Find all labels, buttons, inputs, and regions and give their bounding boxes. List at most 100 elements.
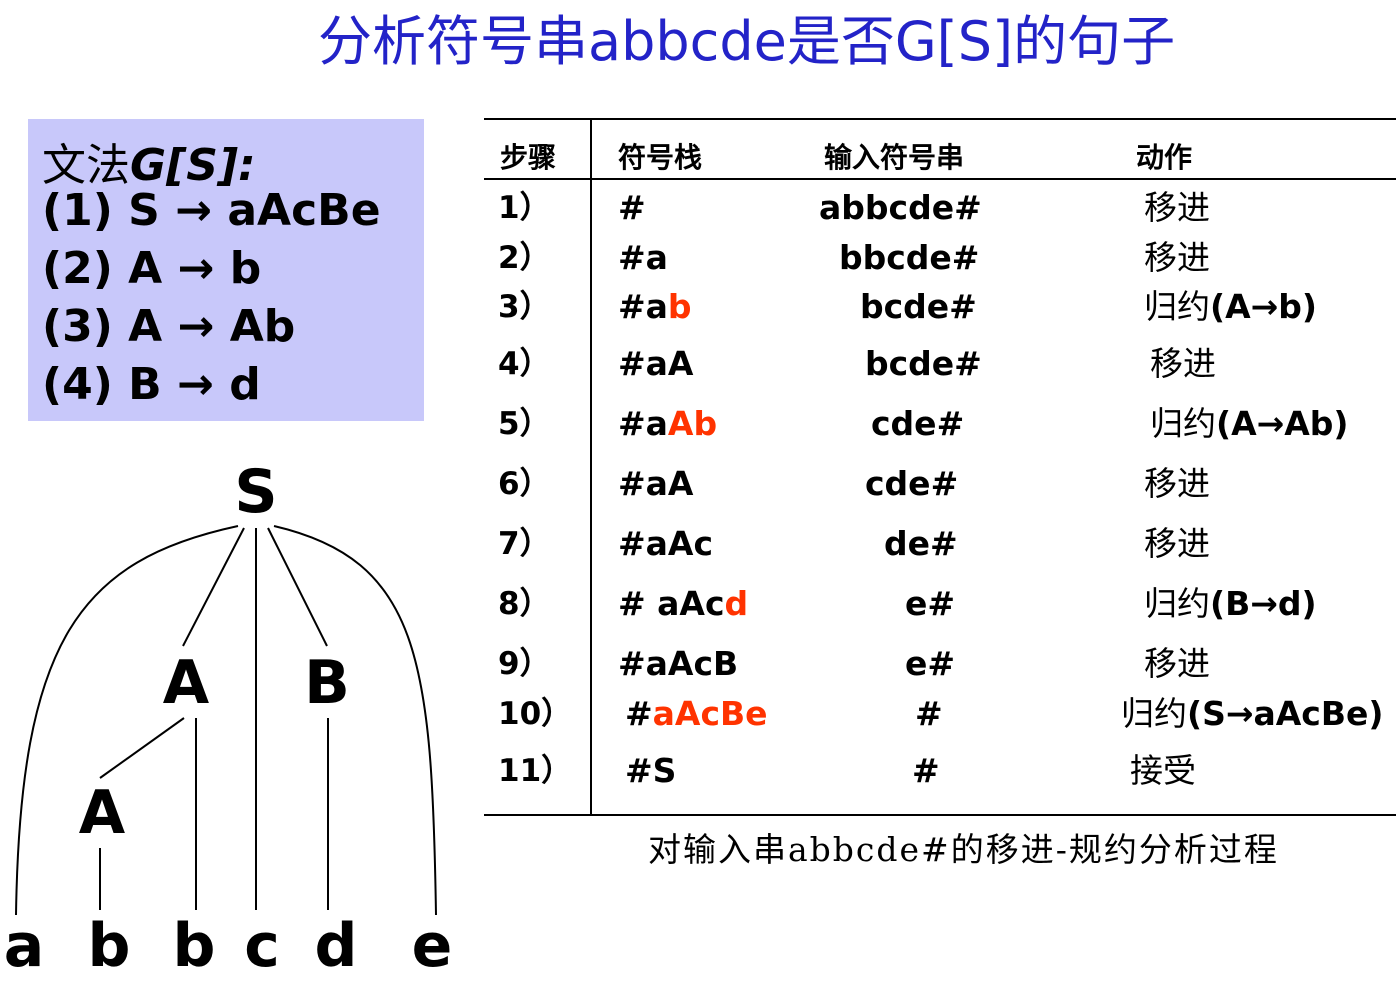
grammar-rule: (1) S → aAcBe	[42, 185, 381, 236]
action-text: 接受	[1130, 751, 1196, 790]
stack-text: #aAcB	[618, 644, 739, 683]
action-text: 移进	[1144, 238, 1210, 277]
action-cell: 归约(A→b)	[1144, 282, 1317, 332]
table-row: 8） # aAcd e# 归约(B→d)	[484, 579, 1396, 629]
action-text: 归约	[1121, 694, 1187, 733]
header-stack: 符号栈	[618, 141, 703, 174]
table-row: 2） #a bbcde# 移进	[484, 233, 1396, 283]
parse-table: 步骤 符号栈 输入符号串 动作 1） # abbcde# 移进 2） #a bb…	[484, 118, 1396, 818]
action-cell: 接受	[1130, 746, 1196, 796]
stack-highlight: Ab	[667, 404, 718, 443]
stack-text: #a	[618, 287, 668, 326]
action-text: 归约	[1144, 287, 1210, 326]
stack-highlight: b	[667, 287, 692, 326]
input-cell: bcde#	[860, 287, 977, 326]
stack-cell: #aAcBe	[625, 689, 768, 739]
table-header-rule	[484, 178, 1396, 180]
table-row: 11） #S # 接受	[484, 746, 1396, 796]
step-cell: 3）	[498, 289, 551, 325]
input-cell: de#	[884, 524, 958, 563]
table-row: 6） #aA cde# 移进	[484, 459, 1396, 509]
input-cell: e#	[905, 644, 956, 683]
tree-leaf: d	[315, 911, 358, 981]
action-cell: 移进	[1144, 233, 1210, 283]
stack-cell: #ab	[618, 282, 692, 332]
input-cell: e#	[905, 584, 956, 623]
action-text: 移进	[1144, 464, 1210, 503]
table-row: 5） #aAb cde# 归约(A→Ab)	[484, 399, 1396, 449]
input-cell: cde#	[865, 464, 959, 503]
step-cell: 1）	[498, 190, 551, 226]
tree-leaf: e	[412, 911, 453, 981]
stack-cell: #a	[618, 233, 668, 283]
action-rule: (S→aAcBe)	[1187, 694, 1384, 733]
table-row: 1） # abbcde# 移进	[484, 183, 1396, 233]
input-cell: bbcde#	[839, 238, 980, 277]
action-cell: 移进	[1144, 519, 1210, 569]
grammar-heading-en: G[S]:	[130, 140, 256, 191]
action-cell: 移进	[1150, 339, 1216, 389]
table-top-rule	[484, 118, 1396, 120]
tree-leaf: b	[173, 911, 216, 981]
stack-cell: #aAb	[618, 399, 717, 449]
action-cell: 移进	[1144, 459, 1210, 509]
action-text: 移进	[1144, 524, 1210, 563]
table-caption: 对输入串abbcde#的移进-规约分析过程	[648, 830, 1279, 869]
step-cell: 6）	[498, 466, 551, 502]
header-action: 动作	[1136, 141, 1193, 174]
table-row: 3） #ab bcde# 归约(A→b)	[484, 282, 1396, 332]
step-cell: 9）	[498, 646, 551, 682]
action-text: 移进	[1144, 188, 1210, 227]
input-cell: abbcde#	[819, 188, 982, 227]
action-text: 归约	[1150, 404, 1216, 443]
action-text: 归约	[1144, 584, 1210, 623]
stack-text: #a	[618, 238, 668, 277]
stack-text: #aA	[618, 464, 694, 503]
action-cell: 归约(S→aAcBe)	[1121, 689, 1384, 739]
input-cell: bcde#	[865, 344, 982, 383]
step-cell: 7）	[498, 526, 551, 562]
input-cell: #	[912, 751, 940, 790]
step-cell: 4）	[498, 346, 551, 382]
stack-text: #a	[618, 404, 668, 443]
action-cell: 归约(A→Ab)	[1150, 399, 1349, 449]
step-cell: 8）	[498, 586, 551, 622]
step-cell: 10）	[498, 696, 573, 732]
stack-highlight: d	[724, 584, 749, 623]
action-cell: 移进	[1144, 183, 1210, 233]
grammar-heading-cn: 文法	[42, 140, 130, 191]
stack-text: #aA	[618, 344, 694, 383]
tree-edge	[99, 717, 185, 779]
parse-tree: S A B A a b b c d e	[4, 457, 453, 981]
stack-cell: #aAc	[618, 519, 713, 569]
stack-cell: #aA	[618, 339, 693, 389]
input-cell: #	[915, 694, 943, 733]
tree-node-s: S	[234, 457, 277, 527]
action-cell: 归约(B→d)	[1144, 579, 1317, 629]
tree-edge	[267, 527, 328, 647]
action-rule: (A→Ab)	[1216, 404, 1349, 443]
stack-cell: #	[618, 183, 646, 233]
tree-leaf: a	[4, 911, 45, 981]
grammar-box: 文法G[S]: (1) S → aAcBe (2) A → b (3) A → …	[28, 119, 424, 421]
step-cell: 2）	[498, 240, 551, 276]
stack-cell: #aA	[618, 459, 693, 509]
table-row: 4） #aA bcde# 移进	[484, 339, 1396, 389]
stack-text: #aAc	[618, 524, 714, 563]
stack-highlight: aAcBe	[652, 694, 768, 733]
action-text: 移进	[1144, 644, 1210, 683]
grammar-rule: (2) A → b	[42, 243, 262, 294]
step-cell: 5）	[498, 406, 551, 442]
step-cell: 11）	[498, 753, 573, 789]
stack-cell: #S	[625, 746, 676, 796]
page-title: 分析符号串abbcde是否G[S]的句子	[318, 10, 1176, 73]
grammar-rule: (3) A → Ab	[42, 301, 296, 352]
grammar-rule: (4) B → d	[42, 359, 261, 410]
tree-node-a: A	[163, 648, 210, 718]
table-row: 10） #aAcBe # 归约(S→aAcBe)	[484, 689, 1396, 739]
stack-text: # aAc	[618, 584, 725, 623]
table-bottom-rule	[484, 814, 1396, 816]
tree-leaf: b	[88, 911, 131, 981]
stack-text: #	[618, 188, 646, 227]
table-row: 9） #aAcB e# 移进	[484, 639, 1396, 689]
